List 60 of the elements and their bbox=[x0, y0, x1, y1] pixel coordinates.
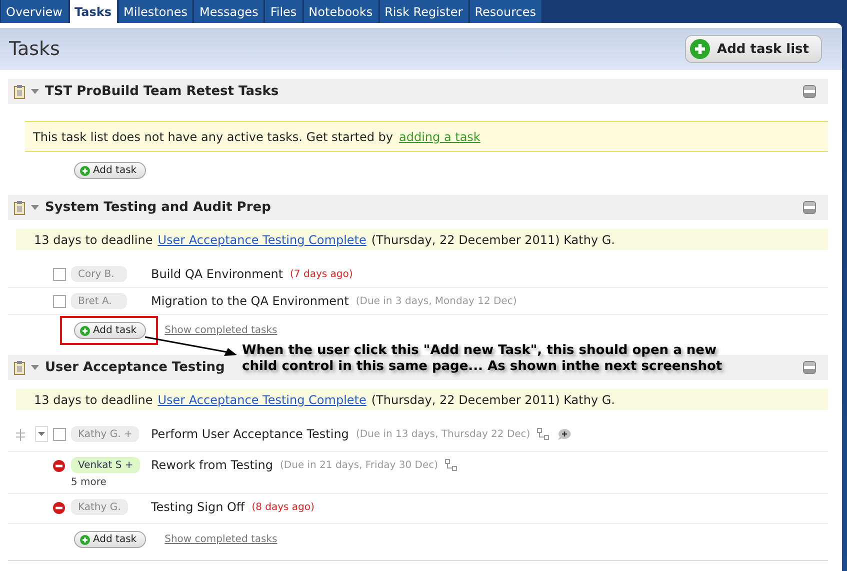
plus-icon bbox=[80, 326, 90, 336]
add-task-button[interactable]: Add task bbox=[74, 531, 146, 548]
task-checkbox[interactable] bbox=[53, 428, 66, 441]
more-assignees-text[interactable]: 5 more bbox=[71, 477, 147, 488]
nav-tab[interactable]: Overview bbox=[1, 0, 68, 23]
task-title[interactable]: Build QA Environment bbox=[151, 267, 284, 281]
due-text: (8 days ago) bbox=[252, 502, 314, 512]
clipboard-icon bbox=[14, 200, 25, 214]
task-title[interactable]: Migration to the QA Environment bbox=[151, 294, 349, 308]
task-list-title: User Acceptance Testing bbox=[45, 360, 225, 375]
task-title[interactable]: Testing Sign Off bbox=[151, 500, 245, 514]
task-checkbox[interactable] bbox=[53, 295, 66, 308]
blocked-icon bbox=[53, 460, 65, 472]
page-title: Tasks bbox=[9, 38, 60, 60]
plus-icon bbox=[80, 534, 90, 544]
nav-tab[interactable]: Resources bbox=[470, 0, 542, 23]
collapse-button[interactable] bbox=[803, 361, 816, 374]
collapse-button[interactable] bbox=[803, 85, 816, 98]
task-title[interactable]: Rework from Testing bbox=[151, 458, 273, 472]
expand-toggle-icon[interactable] bbox=[35, 426, 48, 442]
nav-tab[interactable]: Notebooks bbox=[304, 0, 379, 23]
caret-icon[interactable] bbox=[31, 205, 39, 210]
deadline-days-text: 13 days to deadline bbox=[34, 232, 153, 246]
add-task-list-button[interactable]: Add task list bbox=[685, 35, 822, 63]
assignee-tag[interactable]: Venkat S + bbox=[71, 457, 140, 473]
deadline-details-text: (Thursday, 22 December 2011) Kathy G. bbox=[371, 392, 615, 406]
plus-icon bbox=[80, 166, 90, 176]
task-checkbox[interactable] bbox=[53, 268, 66, 281]
task-title[interactable]: Perform User Acceptance Testing bbox=[151, 427, 349, 441]
plus-icon bbox=[690, 39, 710, 59]
task-list-title: TST ProBuild Team Retest Tasks bbox=[45, 84, 279, 99]
add-task-button[interactable]: Add task bbox=[74, 322, 146, 339]
clipboard-icon bbox=[14, 360, 25, 374]
show-completed-link[interactable]: Show completed tasks bbox=[164, 534, 278, 545]
milestone-link[interactable]: User Acceptance Testing Complete bbox=[158, 392, 366, 406]
clipboard-icon bbox=[14, 84, 25, 98]
nav-tab[interactable]: Tasks bbox=[70, 0, 118, 23]
add-task-button[interactable]: Add task bbox=[74, 162, 146, 179]
due-text: (Due in 3 days, Monday 12 Dec) bbox=[356, 296, 517, 306]
nav-tab[interactable]: Risk Register bbox=[380, 0, 469, 23]
annotation-text: child control in this same page... As shown inthe next screenshot bbox=[242, 359, 722, 375]
nav-tab[interactable]: Files bbox=[265, 0, 303, 23]
annotation-text: When the user click this "Add new Task", this should open a new bbox=[242, 343, 718, 359]
show-completed-link[interactable]: Show completed tasks bbox=[164, 325, 278, 336]
notice-text: This task list does not have any active tasks. Get started by bbox=[33, 130, 393, 144]
nav-tab[interactable]: Milestones bbox=[118, 0, 194, 23]
blocked-icon bbox=[53, 502, 65, 514]
caret-icon[interactable] bbox=[31, 365, 39, 370]
comment-icon[interactable] bbox=[557, 428, 572, 440]
milestone-link[interactable]: User Acceptance Testing Complete bbox=[158, 232, 366, 246]
deadline-details-text: (Thursday, 22 December 2011) Kathy G. bbox=[371, 232, 615, 246]
collapse-button[interactable] bbox=[803, 201, 816, 214]
due-text: (Due in 13 days, Thursday 22 Dec) bbox=[356, 428, 530, 440]
task-list-title: System Testing and Audit Prep bbox=[45, 200, 271, 215]
caret-icon[interactable] bbox=[31, 89, 39, 94]
nav-tab[interactable]: Messages bbox=[194, 0, 264, 23]
drag-handle-icon[interactable] bbox=[15, 429, 26, 441]
due-text: (Due in 21 days, Friday 30 Dec) bbox=[280, 460, 438, 470]
deadline-days-text: 13 days to deadline bbox=[34, 392, 153, 406]
due-text: (7 days ago) bbox=[290, 268, 353, 280]
